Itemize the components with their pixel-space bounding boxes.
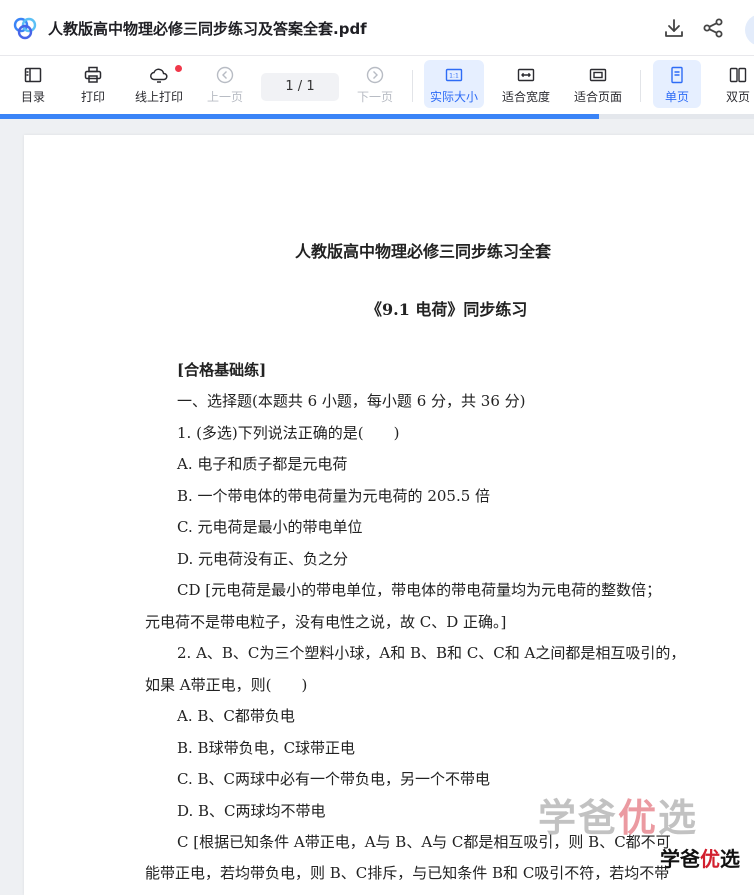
download-icon[interactable] bbox=[662, 16, 686, 40]
document-text-line: A. B、C都带负电 bbox=[177, 707, 295, 725]
toolbar-divider bbox=[412, 70, 413, 102]
printer-icon bbox=[84, 66, 102, 83]
double-page-button[interactable]: 双页 bbox=[716, 60, 754, 108]
document-text-line: 1. (多选)下列说法正确的是( ) bbox=[177, 424, 400, 442]
document-text-line: B. 一个带电体的带电荷量为元电荷的 205.5 倍 bbox=[177, 487, 491, 505]
double-page-icon bbox=[729, 67, 747, 83]
next-circle-icon bbox=[366, 66, 384, 84]
online-print-label: 线上打印 bbox=[134, 90, 183, 104]
document-text-line: 如果 A带正电，则( ) bbox=[145, 676, 308, 694]
fit-width-icon bbox=[517, 68, 535, 82]
actual-size-button[interactable]: 1:1 实际大小 bbox=[424, 60, 484, 108]
document-text-line: D. 元电荷没有正、负之分 bbox=[177, 550, 349, 568]
document-page: 人教版高中物理必修三同步练习全套 《9.1 电荷》同步练习 [合格基础练] 一、… bbox=[24, 135, 754, 895]
toc-button[interactable]: 目录 bbox=[12, 60, 54, 108]
watermark-large: 学爸优选 bbox=[538, 796, 699, 840]
next-page-button[interactable]: 下一页 bbox=[353, 60, 397, 108]
page-indicator[interactable]: 1 / 1 bbox=[261, 73, 339, 101]
document-text-line: 一、选择题(本题共 6 小题，每小题 6 分，共 36 分) bbox=[177, 392, 526, 410]
watermark-small: 学爸优选 bbox=[660, 847, 740, 871]
document-text-line: A. 电子和质子都是元电荷 bbox=[177, 455, 348, 473]
fit-page-icon bbox=[589, 68, 607, 82]
toc-label: 目录 bbox=[20, 90, 45, 104]
avatar[interactable] bbox=[745, 14, 754, 46]
notification-dot bbox=[175, 65, 182, 72]
document-title: 人教版高中物理必修三同步练习及答案全套.pdf bbox=[48, 20, 367, 38]
print-button[interactable]: 打印 bbox=[72, 60, 114, 108]
fit-width-button[interactable]: 适合宽度 bbox=[499, 60, 553, 108]
double-page-label: 双页 bbox=[725, 90, 750, 104]
document-text-line: B. B球带负电，C球带正电 bbox=[177, 739, 356, 757]
document-text-line: CD [元电荷是最小的带电单位，带电体的带电荷量均为元电荷的整数倍； bbox=[177, 581, 662, 599]
document-text-line: C. 元电荷是最小的带电单位 bbox=[177, 518, 363, 536]
toc-icon bbox=[24, 67, 42, 83]
title-bar: 人教版高中物理必修三同步练习及答案全套.pdf bbox=[0, 0, 754, 56]
single-page-icon bbox=[671, 66, 683, 84]
fit-page-label: 适合页面 bbox=[573, 90, 622, 104]
prev-page-button[interactable]: 上一页 bbox=[203, 60, 247, 108]
fit-width-label: 适合宽度 bbox=[501, 90, 550, 104]
actual-size-icon: 1:1 bbox=[445, 68, 463, 82]
cloud-print-icon bbox=[150, 68, 168, 83]
document-text-line: 2. A、B、C为三个塑料小球，A和 B、B和 C、C和 A之间都是相互吸引的， bbox=[177, 644, 686, 662]
document-text-line: 元电荷不是带电粒子，没有电性之说，故 C、D 正确。] bbox=[145, 613, 507, 631]
reading-progress-bar bbox=[0, 114, 754, 119]
single-page-label: 单页 bbox=[664, 90, 689, 104]
svg-text:1:1: 1:1 bbox=[449, 73, 459, 80]
toolbar-divider bbox=[640, 70, 641, 102]
share-icon[interactable] bbox=[701, 16, 725, 40]
actual-size-label: 实际大小 bbox=[429, 90, 478, 104]
single-page-button[interactable]: 单页 bbox=[653, 60, 701, 108]
app-logo-icon bbox=[13, 17, 37, 40]
prev-page-label: 上一页 bbox=[206, 90, 243, 104]
fit-page-button[interactable]: 适合页面 bbox=[571, 60, 625, 108]
print-label: 打印 bbox=[80, 90, 105, 104]
prev-circle-icon bbox=[216, 66, 234, 84]
document-text-line: [合格基础练] bbox=[177, 361, 267, 379]
next-page-label: 下一页 bbox=[356, 90, 393, 104]
document-main-title: 人教版高中物理必修三同步练习全套 bbox=[295, 242, 552, 261]
document-text-line: C. B、C两球中必有一个带负电，另一个不带电 bbox=[177, 770, 490, 788]
document-text-line: 能带正电，若均带负电，则 B、C排斥，与已知条件 B和 C吸引不符，若均不带 bbox=[145, 864, 670, 882]
reading-progress-fill bbox=[0, 114, 600, 119]
document-section-title: 《9.1 电荷》同步练习 bbox=[366, 300, 528, 319]
document-text-line: D. B、C两球均不带电 bbox=[177, 802, 326, 820]
